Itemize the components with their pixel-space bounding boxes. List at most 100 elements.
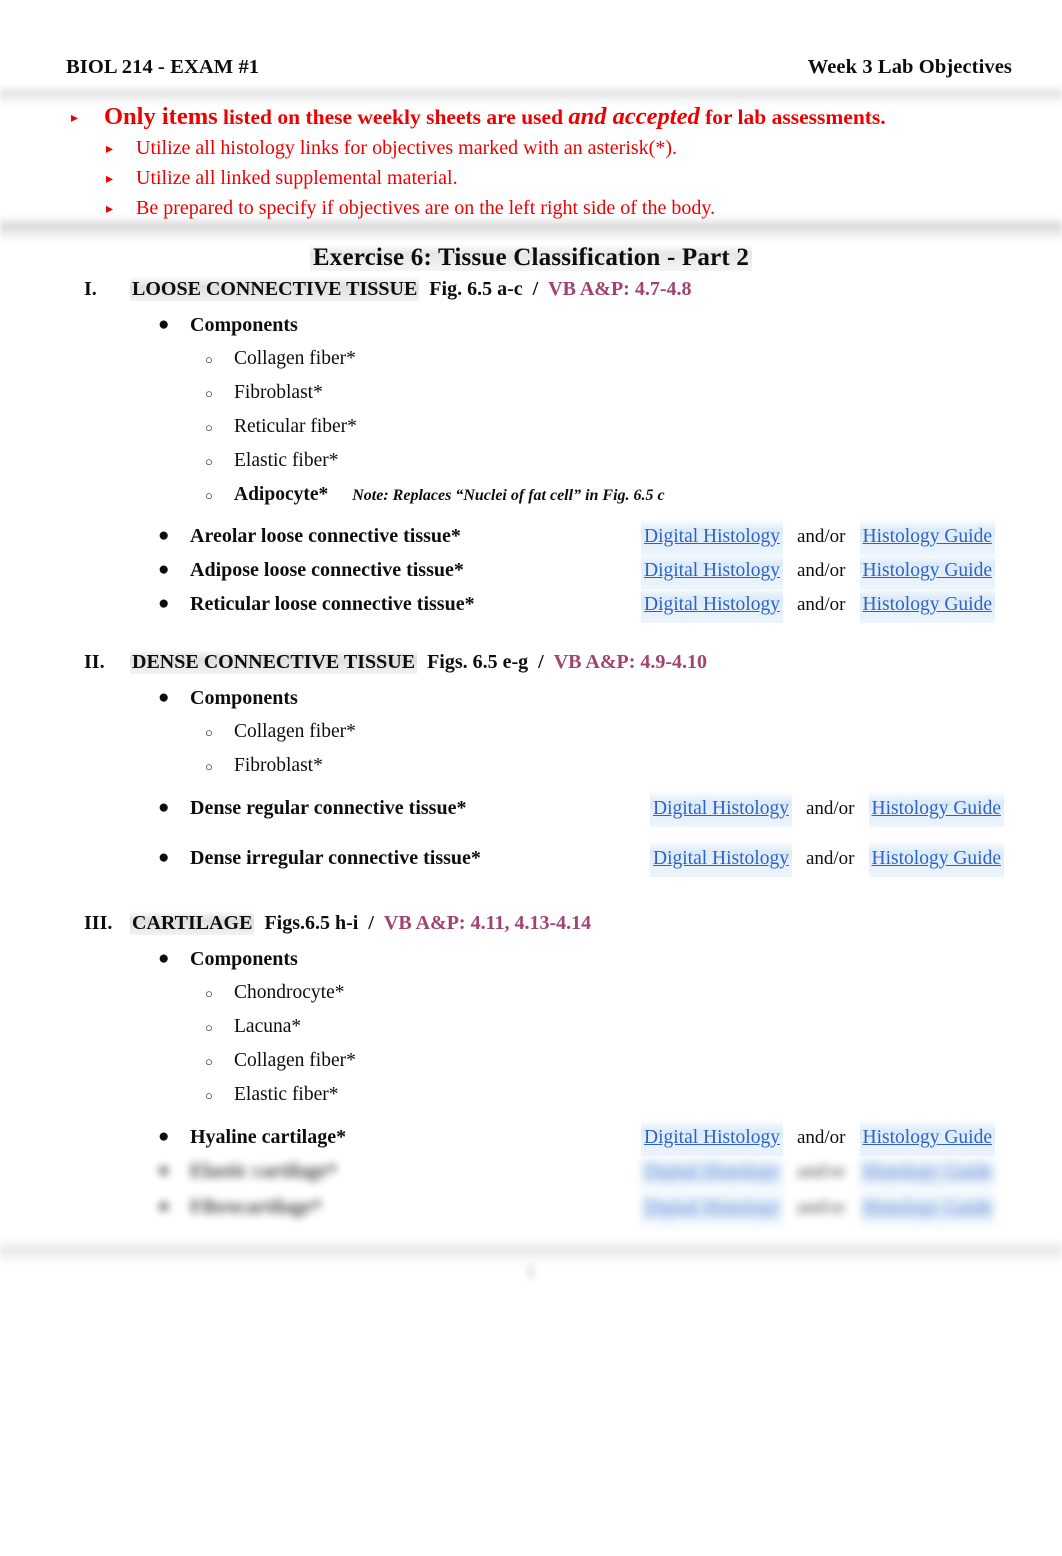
notice-primary-italic: and accepted [568, 103, 700, 130]
disc-bullet-icon: ● [158, 593, 170, 614]
tissue-row: ● Dense irregular connective tissue* Digit… [0, 841, 1062, 891]
components-label-row: ● Components [0, 942, 1062, 976]
notice-primary-item: ▸ Only items listed on these weekly shee… [66, 102, 1022, 132]
notice-sub-item: ▸ Be prepared to specify if objectives a… [66, 194, 1022, 222]
tissue-label: Reticular loose connective tissue* [190, 593, 475, 615]
component-label: Collagen fiber* [234, 721, 356, 742]
component-item: ○ Elastic fiber* [0, 1078, 1062, 1112]
and-or-label: and/or [796, 1161, 846, 1182]
document-header: BIOL 214 - EXAM #1 Week 3 Lab Objectives [66, 56, 1012, 79]
notice-sub-text: Utilize all histology links for objectiv… [136, 137, 677, 159]
course-exam-label: BIOL 214 - EXAM #1 [66, 56, 260, 78]
component-item: ○ Collagen fiber* [0, 715, 1062, 749]
component-item: ○ Fibroblast* [0, 749, 1062, 783]
notice-primary-tail: for lab assessments. [699, 105, 886, 129]
digital-histology-link[interactable]: Digital Histology [641, 587, 783, 623]
page-title-text: Exercise 6: Tissue Classification - Part… [309, 244, 753, 271]
document-page: BIOL 214 - EXAM #1 Week 3 Lab Objectives… [0, 0, 1062, 1556]
histology-guide-link[interactable]: Histology Guide [868, 841, 1004, 877]
triangle-bullet-icon: ▸ [106, 172, 114, 187]
digital-histology-link[interactable]: Digital Histology [641, 553, 783, 589]
component-item: ○ Collagen fiber* [0, 1044, 1062, 1078]
section-heading: III. CARTILAGE Figs.6.5 h-i / VB A&P: 4.1… [0, 911, 1062, 935]
section-spacer [419, 278, 429, 300]
and-or-label: and/or [796, 526, 846, 547]
histology-guide-link[interactable]: Histology Guide [859, 1120, 995, 1156]
disc-bullet-icon: ● [158, 1160, 170, 1181]
and-or-label: and/or [796, 560, 846, 581]
circle-bullet-icon: ○ [205, 1020, 213, 1035]
tissue-row: ● Adipose loose connective tissue* Digital… [0, 553, 1062, 589]
component-note: Note: Replaces “Nuclei of fat cell” in F… [352, 487, 665, 504]
disc-bullet-icon: ● [158, 1196, 170, 1217]
tissue-row: ● Fibrocartilage* Digital Histology and/or H… [0, 1190, 1062, 1226]
and-or-label: and/or [805, 848, 855, 869]
circle-bullet-icon: ○ [205, 986, 213, 1001]
circle-bullet-icon: ○ [205, 759, 213, 774]
component-label: Collagen fiber* [234, 1050, 356, 1071]
section-separator-slash: / [358, 912, 384, 934]
resource-links: Digital Histology and/or Histology Guide [641, 1154, 995, 1190]
histology-guide-link[interactable]: Histology Guide [859, 1190, 995, 1226]
section-title: LOOSE CONNECTIVE TISSUE [130, 277, 420, 301]
triangle-bullet-icon: ▸ [106, 142, 114, 157]
section-III: III. CARTILAGE Figs.6.5 h-i / VB A&P: 4.1… [0, 911, 1062, 1226]
digital-histology-link[interactable]: Digital Histology [650, 841, 792, 877]
component-item: ○ Reticular fiber* [0, 410, 1062, 444]
histology-guide-link[interactable]: Histology Guide [868, 791, 1004, 827]
components-label: Components [190, 687, 298, 709]
component-label: Fibroblast* [234, 382, 323, 403]
component-item: ○ Fibroblast* [0, 376, 1062, 410]
tissue-row: ● Reticular loose connective tissue* Digit… [0, 587, 1062, 623]
disc-bullet-icon: ● [158, 1126, 170, 1147]
digital-histology-link[interactable]: Digital Histology [650, 791, 792, 827]
tissue-link-list: ● Dense regular connective tissue* Digital… [0, 791, 1062, 891]
section-heading: I. LOOSE CONNECTIVE TISSUE Fig. 6.5 a-c /… [0, 277, 1062, 301]
disc-bullet-icon: ● [158, 314, 170, 335]
disc-bullet-icon: ● [158, 948, 170, 969]
circle-bullet-icon: ○ [205, 1054, 213, 1069]
tissue-label: Hyaline cartilage* [190, 1126, 347, 1148]
circle-bullet-icon: ○ [205, 420, 213, 435]
digital-histology-link[interactable]: Digital Histology [641, 1154, 783, 1190]
tissue-label: Adipose loose connective tissue* [190, 559, 464, 581]
resource-links: Digital Histology and/or Histology Guide [641, 1190, 995, 1226]
page-number: 1 [526, 1262, 536, 1281]
disc-bullet-icon: ● [158, 797, 170, 818]
section-reference: VB A&P: 4.11, 4.13-4.14 [383, 912, 592, 934]
section-figure: Fig. 6.5 a-c [429, 278, 523, 300]
section-title: DENSE CONNECTIVE TISSUE [130, 650, 418, 674]
component-label: Adipocyte* [234, 484, 329, 505]
tissue-link-list: ● Areolar loose connective tissue* Digital… [0, 519, 1062, 623]
histology-guide-link[interactable]: Histology Guide [859, 519, 995, 555]
tissue-label: Elastic cartilage* [190, 1160, 338, 1182]
histology-guide-link[interactable]: Histology Guide [859, 553, 995, 589]
tissue-label: Fibrocartilage* [190, 1196, 322, 1218]
resource-links: Digital Histology and/or Histology Guide [650, 791, 1004, 827]
digital-histology-link[interactable]: Digital Histology [641, 1120, 783, 1156]
notice-primary-emphasis: Only items [104, 103, 218, 130]
and-or-label: and/or [805, 798, 855, 819]
component-label: Reticular fiber* [234, 416, 357, 437]
digital-histology-link[interactable]: Digital Histology [641, 519, 783, 555]
triangle-bullet-icon: ▸ [71, 111, 79, 126]
section-figure: Figs.6.5 h-i [264, 912, 359, 934]
component-item: ○ Collagen fiber* [0, 342, 1062, 376]
circle-bullet-icon: ○ [205, 352, 213, 367]
tissue-label: Dense regular connective tissue* [190, 797, 467, 819]
component-label: Collagen fiber* [234, 348, 356, 369]
component-label: Chondrocyte* [234, 982, 345, 1003]
tissue-row: ● Dense regular connective tissue* Digital… [0, 791, 1062, 841]
histology-guide-link[interactable]: Histology Guide [859, 1154, 995, 1190]
tissue-label: Dense irregular connective tissue* [190, 847, 481, 869]
notice-sub-item: ▸ Utilize all linked supplemental materi… [66, 164, 1022, 192]
component-label: Elastic fiber* [234, 1084, 339, 1105]
resource-links: Digital Histology and/or Histology Guide [641, 519, 995, 555]
histology-guide-link[interactable]: Histology Guide [859, 587, 995, 623]
component-label: Elastic fiber* [234, 450, 339, 471]
digital-histology-link[interactable]: Digital Histology [641, 1190, 783, 1226]
section-figure: Figs. 6.5 e-g [427, 651, 529, 673]
section-reference: VB A&P: 4.9-4.10 [553, 651, 708, 673]
resource-links: Digital Histology and/or Histology Guide [641, 587, 995, 623]
and-or-label: and/or [796, 594, 846, 615]
